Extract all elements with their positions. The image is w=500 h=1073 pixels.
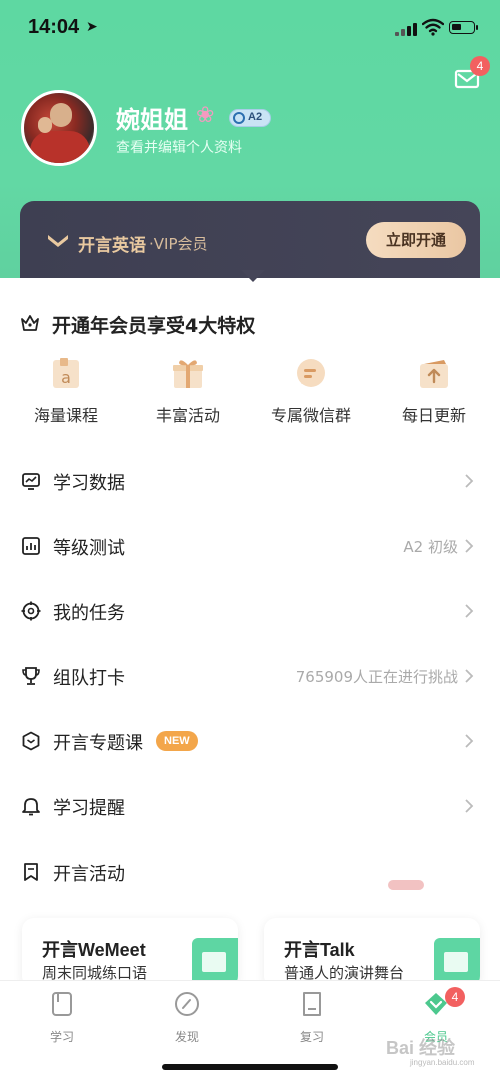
cellular-signal-icon (395, 22, 417, 36)
svg-text:a: a (61, 368, 71, 387)
update-icon (420, 360, 448, 388)
banner-pointer (241, 270, 265, 282)
bar-chart-icon (22, 537, 40, 555)
vip-tab-badge: 4 (445, 987, 465, 1007)
kaiyan-logo-icon (48, 235, 68, 247)
bell-icon (22, 798, 40, 816)
chat-icon (297, 359, 325, 387)
menu-kaiyan-events[interactable]: 开言活动 (0, 852, 500, 892)
status-time: 14:04 (28, 16, 80, 38)
tab-study[interactable]: 学习 (27, 991, 97, 1045)
flower-icon: ❀ (196, 103, 215, 128)
gift-icon (173, 360, 203, 388)
baidu-watermark-url: jingyan.baidu.com (410, 1058, 475, 1067)
compass-icon (175, 992, 199, 1016)
team-checkin-value: 765909人正在进行挑战 (295, 668, 458, 686)
home-indicator[interactable] (162, 1064, 338, 1070)
vip-subtitle: ·VIP会员 (149, 235, 208, 253)
menu-team-checkin[interactable]: 组队打卡 765909人正在进行挑战 (0, 656, 500, 696)
menu-study-reminder[interactable]: 学习提醒 (0, 786, 500, 826)
username[interactable]: 婉姐姐 (116, 100, 188, 135)
level-badge: A2 (229, 109, 271, 127)
chevron-right-icon (465, 539, 474, 553)
chevron-right-icon (465, 734, 474, 748)
status-bar: 14:04 ➤ (0, 0, 500, 58)
bookmark-icon (24, 863, 38, 881)
menu-topic-courses[interactable]: 开言专题课 NEW (0, 721, 500, 761)
hexagon-icon (22, 731, 40, 751)
benefit-activities[interactable]: 丰富活动 (138, 356, 238, 426)
menu-my-tasks[interactable]: 我的任务 (0, 591, 500, 631)
chart-icon (22, 473, 40, 490)
open-vip-button[interactable]: 立即开通 (366, 222, 466, 258)
menu-level-test[interactable]: 等级测试 A2 初级 (0, 526, 500, 566)
mail-badge: 4 (470, 56, 490, 76)
vip-brand: 开言英语 (78, 236, 146, 256)
chevron-right-icon (465, 474, 474, 488)
event-title: 开言Talk (284, 940, 355, 960)
edit-profile-link[interactable]: 查看并编辑个人资料 (116, 137, 242, 157)
menu-learning-data[interactable]: 学习数据 (0, 461, 500, 501)
baidu-watermark: Bai 经验 (386, 1038, 456, 1058)
vip-banner[interactable]: 开言英语 ·VIP会员 立即开通 (20, 201, 480, 281)
avatar[interactable] (21, 90, 97, 166)
benefit-daily-update[interactable]: 每日更新 (384, 356, 484, 426)
event-card-wemeet[interactable]: 开言WeMeet 周末同城练口语 (22, 918, 238, 988)
crown-icon (21, 315, 39, 331)
level-test-value: A2 初级 (403, 538, 458, 556)
location-arrow-icon: ➤ (86, 19, 98, 35)
tab-discover[interactable]: 发现 (152, 991, 222, 1045)
target-icon (21, 601, 41, 621)
battery-icon (449, 21, 478, 34)
review-icon (303, 992, 321, 1016)
new-badge: NEW (156, 731, 198, 751)
trophy-icon (22, 667, 40, 685)
tab-review[interactable]: 复习 (277, 991, 347, 1045)
blurred-element (388, 880, 424, 890)
wifi-icon (422, 18, 444, 36)
book-icon (52, 992, 72, 1016)
level-ring-icon (233, 112, 245, 124)
event-title: 开言WeMeet (42, 940, 146, 960)
chevron-right-icon (465, 604, 474, 618)
benefit-courses[interactable]: a 海量课程 (16, 356, 116, 426)
chevron-right-icon (465, 799, 474, 813)
event-card-talk[interactable]: 开言Talk 普通人的演讲舞台 (264, 918, 480, 988)
benefit-wechat-group[interactable]: 专属微信群 (261, 356, 361, 426)
course-icon: a (53, 358, 79, 388)
chevron-right-icon (465, 669, 474, 683)
